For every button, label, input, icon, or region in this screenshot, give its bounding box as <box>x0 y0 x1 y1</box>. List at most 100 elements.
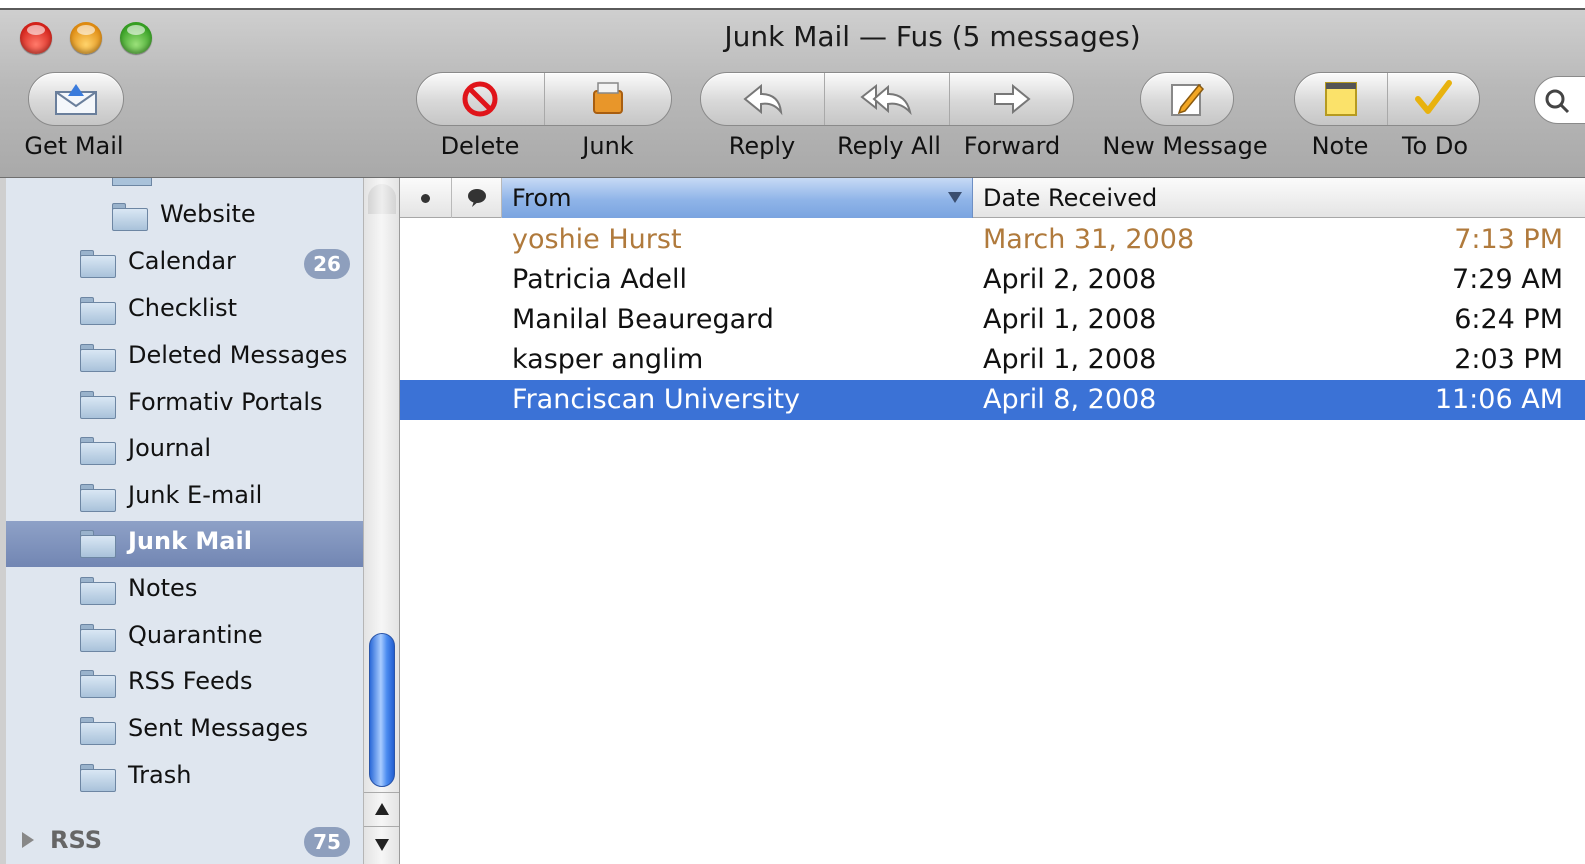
mailbox-calendar[interactable]: Calendar 26 <box>6 241 363 287</box>
message-date: March 31, 2008 <box>983 224 1195 255</box>
folder-icon <box>112 203 148 231</box>
junk-icon <box>592 82 623 114</box>
mailbox-label: Notes <box>128 574 198 602</box>
search-field[interactable] <box>1534 76 1585 124</box>
message-from: Patricia Adell <box>512 264 688 295</box>
disclosure-triangle-icon[interactable] <box>22 832 34 848</box>
junk-button[interactable] <box>545 73 672 125</box>
mailbox-deleted-messages[interactable]: Deleted Messages <box>6 335 363 381</box>
folder-icon <box>80 344 116 372</box>
mailbox-sent-messages[interactable]: Sent Messages <box>6 708 363 754</box>
reply-all-button[interactable] <box>825 73 950 125</box>
status-column-header[interactable] <box>400 178 452 218</box>
from-column-label: From <box>512 184 572 212</box>
mailbox-formativ-portals[interactable]: Formativ Portals <box>6 382 363 428</box>
search-icon <box>1545 89 1570 114</box>
scrollbar-thumb[interactable] <box>369 633 395 787</box>
unread-count-badge: 26 <box>304 249 350 279</box>
message-list-header: From Date Received <box>400 178 1585 218</box>
folder-icon <box>80 437 116 465</box>
message-time: 6:24 PM <box>1454 304 1563 335</box>
mailbox-sidebar: Website Calendar 26 Checklist Deleted Me… <box>0 178 363 864</box>
mailbox-website[interactable]: Website <box>6 194 363 240</box>
title-toolbar-area: Junk Mail — Fus (5 messages) Get Mail De… <box>0 10 1585 178</box>
todo-button[interactable] <box>1388 73 1480 125</box>
message-from: yoshie Hurst <box>512 224 682 255</box>
message-date: April 1, 2008 <box>983 344 1157 375</box>
reply-label: Reply <box>728 132 796 160</box>
note-todo-group <box>1294 72 1480 126</box>
flag-column-header[interactable] <box>452 178 502 218</box>
mailbox-label: Sent Messages <box>128 714 308 742</box>
mailbox-notes[interactable]: Notes <box>6 568 363 614</box>
message-row[interactable]: Manilal Beauregard April 1, 2008 6:24 PM <box>400 300 1585 340</box>
mailbox-quarantine[interactable]: Quarantine <box>6 615 363 661</box>
folder-icon <box>80 717 116 745</box>
compose-icon <box>1171 83 1205 116</box>
mailbox-rss-feeds[interactable]: RSS Feeds <box>6 661 363 707</box>
folder-icon <box>80 250 116 278</box>
folder-icon <box>80 297 116 325</box>
message-row-selected[interactable]: Franciscan University April 8, 2008 11:0… <box>400 380 1585 420</box>
mailbox-label: Junk Mail <box>128 527 252 555</box>
rss-section-label: RSS <box>50 826 102 854</box>
mailbox-label: Deleted Messages <box>128 341 348 369</box>
message-time: 11:06 AM <box>1434 384 1563 415</box>
reply-all-label: Reply All <box>837 132 941 160</box>
note-button[interactable] <box>1295 73 1388 125</box>
delete-icon <box>462 81 498 117</box>
rss-count-badge: 75 <box>304 827 350 857</box>
mailbox-junk-e-mail[interactable]: Junk E-mail <box>6 475 363 521</box>
from-column-header[interactable]: From <box>502 178 973 218</box>
message-date: April 8, 2008 <box>983 384 1157 415</box>
folder-icon <box>80 577 116 605</box>
mailbox-trash[interactable]: Trash <box>6 755 363 801</box>
speech-bubble-icon <box>468 189 486 207</box>
message-row[interactable]: yoshie Hurst March 31, 2008 7:13 PM <box>400 220 1585 260</box>
folder-icon <box>80 391 116 419</box>
folder-icon <box>80 624 116 652</box>
mailbox-label: Checklist <box>128 294 238 322</box>
sidebar-scrollbar[interactable] <box>363 178 400 864</box>
mailbox-label: Trash <box>128 761 192 789</box>
scroll-up-button[interactable] <box>364 792 399 826</box>
rss-section-header[interactable]: RSS 75 <box>6 818 363 864</box>
reply-button[interactable] <box>701 73 826 125</box>
message-list: From Date Received yoshie Hurst March 31… <box>400 178 1585 864</box>
forward-arrow-icon <box>994 83 1031 115</box>
message-row[interactable]: Patricia Adell April 2, 2008 7:29 AM <box>400 260 1585 300</box>
mailbox-label: Junk E-mail <box>128 481 263 509</box>
mailbox-label: Journal <box>128 434 212 462</box>
new-message-button[interactable] <box>1140 72 1234 126</box>
date-received-column-label: Date Received <box>983 184 1158 212</box>
delete-button[interactable] <box>417 73 545 125</box>
mailbox-label: RSS Feeds <box>128 667 253 695</box>
mailbox-label: Formativ Portals <box>128 388 323 416</box>
mailbox-label: Website <box>160 200 256 228</box>
scrollbar-track-cap <box>368 184 396 214</box>
unread-dot-icon <box>421 194 430 203</box>
message-time: 7:13 PM <box>1454 224 1563 255</box>
checkmark-icon <box>1415 80 1453 114</box>
delete-label: Delete <box>440 132 520 160</box>
folder-icon <box>80 670 116 698</box>
mailbox-label: Calendar <box>128 247 236 275</box>
note-icon <box>1324 82 1357 116</box>
scroll-down-button[interactable] <box>364 826 399 862</box>
message-time: 7:29 AM <box>1452 264 1563 295</box>
date-received-column-header[interactable]: Date Received <box>973 178 1585 218</box>
forward-button[interactable] <box>950 73 1073 125</box>
message-from: kasper anglim <box>512 344 704 375</box>
mailbox-junk-mail[interactable]: Junk Mail <box>6 521 363 567</box>
folder-cut-off-icon <box>112 178 152 186</box>
message-row[interactable]: kasper anglim April 1, 2008 2:03 PM <box>400 340 1585 380</box>
down-arrow-icon <box>375 839 389 851</box>
folder-icon <box>80 484 116 512</box>
delete-junk-group <box>416 72 672 126</box>
folder-icon <box>80 530 116 558</box>
get-mail-button[interactable] <box>28 72 124 126</box>
forward-label: Forward <box>963 132 1061 160</box>
message-from: Manilal Beauregard <box>512 304 774 335</box>
mailbox-journal[interactable]: Journal <box>6 428 363 474</box>
mailbox-checklist[interactable]: Checklist <box>6 288 363 334</box>
